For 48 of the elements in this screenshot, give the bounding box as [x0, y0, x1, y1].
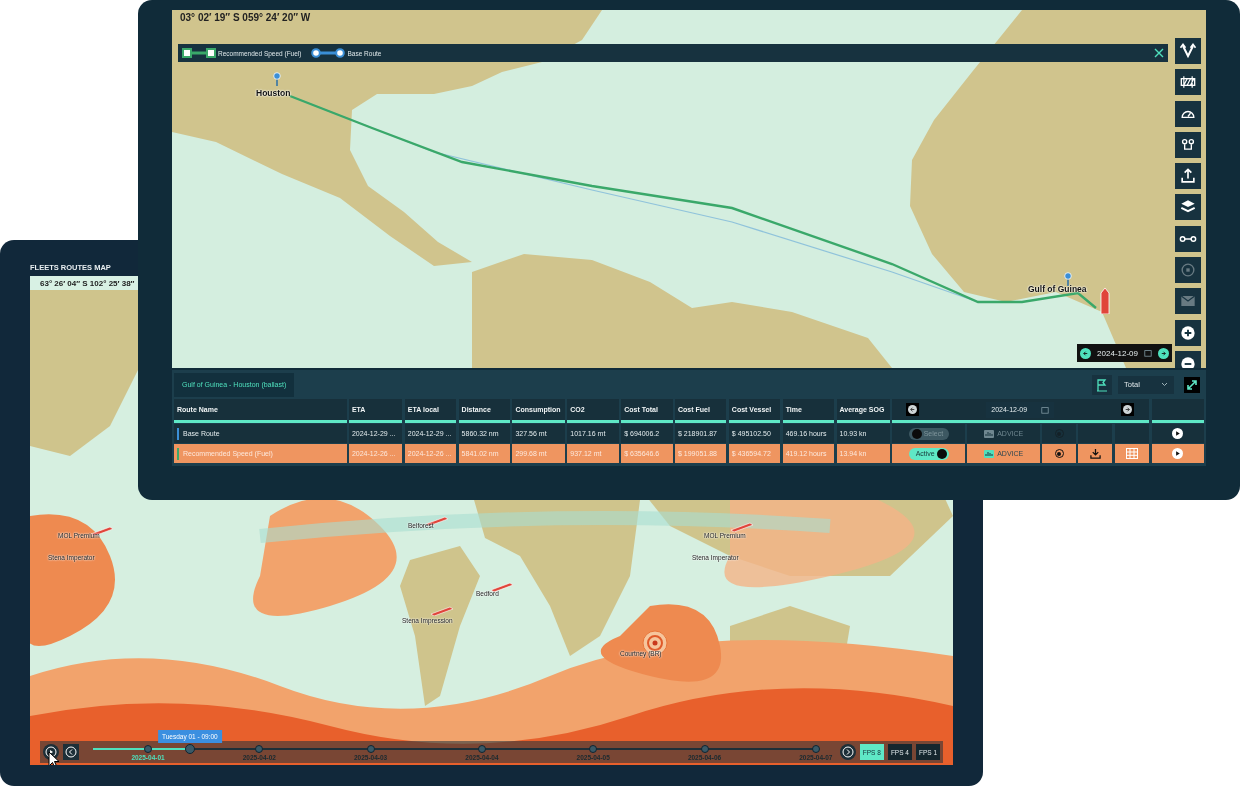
download-button[interactable]: [1089, 448, 1101, 459]
calendar-icon: [1041, 405, 1050, 414]
vessel-icon: [730, 522, 754, 532]
layers-button[interactable]: [1175, 194, 1201, 221]
map-date: 2024-12-09: [1097, 348, 1138, 358]
calendar-icon: [1144, 349, 1152, 357]
timeline-dot[interactable]: [144, 745, 152, 753]
vessel-icon: [490, 582, 514, 592]
close-button[interactable]: [1154, 48, 1164, 58]
timeline-dot[interactable]: [700, 745, 709, 753]
chart-icon: [984, 449, 995, 458]
flag-icon: [1095, 377, 1109, 392]
barrier-button[interactable]: [1175, 69, 1201, 96]
map-pin-icon: [273, 72, 281, 86]
vessel-icon: [430, 606, 454, 616]
play-button[interactable]: [1172, 428, 1184, 439]
port-label: Houston: [256, 88, 291, 98]
chart-icon: [984, 429, 995, 438]
arrow-left-icon: [1082, 349, 1090, 357]
coordinates-label: 03° 02′ 19″ S 059° 24′ 20″ W: [180, 12, 311, 23]
next-button[interactable]: [1121, 403, 1135, 416]
previous-button[interactable]: [906, 403, 920, 416]
cursor-icon: [48, 751, 60, 765]
previous-button[interactable]: [63, 744, 79, 760]
gauge-button[interactable]: [1175, 100, 1201, 127]
timeline-dot[interactable]: [477, 745, 486, 753]
slider-thumb[interactable]: [184, 744, 195, 754]
port-label: Gulf of Guinea: [1028, 284, 1087, 294]
caret-icon: [1161, 382, 1168, 387]
previous-day-button[interactable]: [1080, 347, 1092, 359]
timeline-dot[interactable]: [811, 745, 820, 753]
arrow-right-icon: [1160, 349, 1167, 357]
timeline-dot[interactable]: [589, 745, 598, 753]
expand-button[interactable]: [1184, 376, 1200, 393]
flag-button[interactable]: [1092, 374, 1112, 395]
vessel-icon: [1100, 288, 1110, 314]
branching-arrows-button[interactable]: [1175, 38, 1201, 64]
coordinates-label: 63° 26′ 04″ S 102° 25′ 38″: [30, 276, 138, 290]
map-pin-icon: [1064, 272, 1072, 286]
zoom-in-button[interactable]: [1175, 319, 1201, 346]
play-button[interactable]: [1172, 448, 1184, 459]
upload-button[interactable]: [1175, 163, 1201, 190]
waypoints-button[interactable]: [1175, 131, 1201, 158]
connector-button[interactable]: [1175, 225, 1201, 252]
connector-icon: [1179, 234, 1197, 243]
next-day-button[interactable]: [1158, 347, 1169, 359]
timeline-dot[interactable]: [366, 745, 375, 753]
timeline-dot[interactable]: [255, 745, 264, 753]
